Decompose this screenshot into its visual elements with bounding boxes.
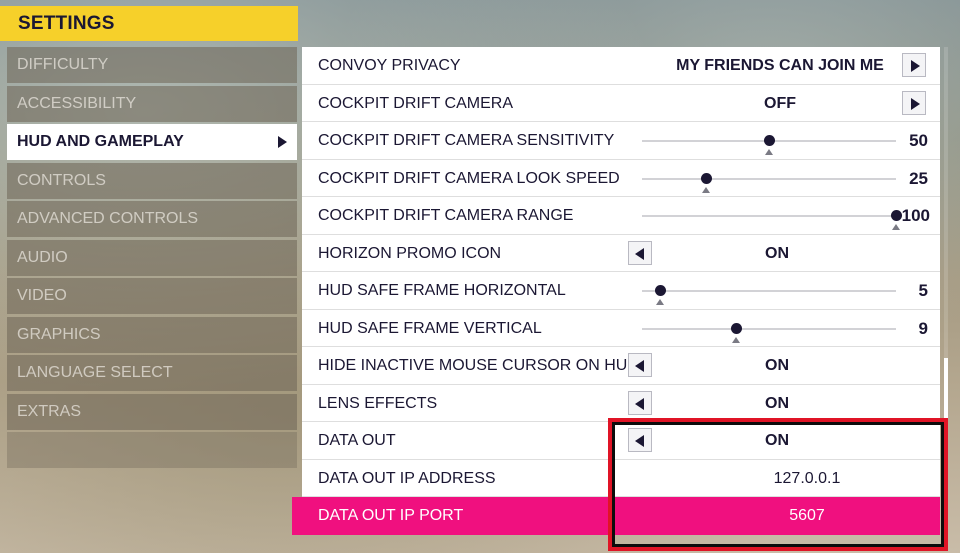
slider-handle[interactable]: [730, 322, 742, 334]
setting-label: LENS EFFECTS: [318, 394, 438, 412]
sidebar-item-label: EXTRAS: [17, 402, 82, 420]
sidebar-item-language-select[interactable]: LANGUAGE SELECT: [7, 355, 297, 391]
setting-row-camera-range[interactable]: COCKPIT DRIFT CAMERA RANGE 100: [302, 197, 940, 235]
setting-value: ON: [765, 244, 789, 262]
sidebar-item-difficulty[interactable]: DIFFICULTY: [7, 47, 297, 83]
setting-label: COCKPIT DRIFT CAMERA RANGE: [318, 207, 574, 224]
setting-label: HIDE INACTIVE MOUSE CURSOR ON HUD: [318, 357, 639, 374]
chevron-right-icon: [278, 136, 287, 148]
sidebar-item-graphics[interactable]: GRAPHICS: [7, 316, 297, 353]
sidebar-item-advanced-controls[interactable]: ADVANCED CONTROLS: [7, 201, 297, 237]
setting-label: COCKPIT DRIFT CAMERA SENSITIVITY: [318, 132, 615, 149]
slider-handle[interactable]: [891, 210, 902, 221]
setting-value: ON: [765, 394, 789, 412]
annotation-highlight-box: [608, 418, 948, 551]
setting-label: COCKPIT DRIFT CAMERA: [318, 94, 513, 112]
slider-default-marker: [731, 336, 740, 343]
setting-row-lens-effects[interactable]: LENS EFFECTS ON: [302, 384, 940, 422]
arrow-left-icon: [635, 397, 644, 410]
setting-label: DATA OUT IP ADDRESS: [318, 469, 496, 487]
slider-track[interactable]: [642, 210, 902, 230]
arrow-left-icon: [635, 360, 644, 372]
sidebar-item-audio[interactable]: AUDIO: [7, 239, 297, 276]
slider-handle[interactable]: [764, 135, 775, 146]
next-option-button[interactable]: [902, 53, 926, 77]
previous-option-button[interactable]: [628, 240, 652, 265]
setting-value: OFF: [764, 94, 796, 112]
settings-sidebar: DIFFICULTY ACCESSIBILITY HUD AND GAMEPLA…: [7, 47, 297, 468]
setting-label: CONVOY PRIVACY: [318, 57, 461, 74]
slider-default-marker: [765, 149, 773, 155]
sidebar-item-video[interactable]: VIDEO: [7, 278, 297, 314]
next-option-button[interactable]: [902, 90, 926, 115]
slider-value: 100: [901, 206, 930, 225]
setting-row-horizon-promo-icon[interactable]: HORIZON PROMO ICON ON: [302, 234, 940, 272]
setting-value: MY FRIENDS CAN JOIN ME: [676, 57, 884, 74]
sidebar-item-label: ADVANCED CONTROLS: [17, 210, 199, 227]
slider-track[interactable]: [642, 172, 896, 193]
setting-row-cockpit-drift-camera[interactable]: COCKPIT DRIFT CAMERA OFF: [302, 84, 940, 122]
setting-label: HORIZON PROMO ICON: [318, 244, 502, 262]
setting-label: DATA OUT IP PORT: [318, 507, 464, 524]
previous-option-button[interactable]: [628, 353, 652, 377]
arrow-right-icon: [911, 60, 920, 72]
setting-value: ON: [765, 357, 789, 374]
setting-label: DATA OUT: [318, 432, 396, 449]
sidebar-item-label: VIDEO: [17, 287, 67, 304]
setting-label: HUD SAFE FRAME VERTICAL: [318, 319, 542, 337]
sidebar-item-label: DIFFICULTY: [17, 56, 109, 73]
sidebar-filler: [7, 432, 297, 468]
setting-row-hud-safe-frame-vertical[interactable]: HUD SAFE FRAME VERTICAL 9: [302, 309, 940, 347]
setting-row-camera-look-speed[interactable]: COCKPIT DRIFT CAMERA LOOK SPEED 25: [302, 159, 940, 197]
slider-default-marker: [892, 224, 900, 230]
page-title: SETTINGS: [0, 6, 298, 41]
sidebar-item-label: HUD AND GAMEPLAY: [17, 133, 184, 150]
setting-row-hud-safe-frame-horizontal[interactable]: HUD SAFE FRAME HORIZONTAL 5: [302, 272, 940, 310]
sidebar-item-controls[interactable]: CONTROLS: [7, 162, 297, 199]
annotation-inner-border: [612, 422, 944, 547]
previous-option-button[interactable]: [628, 390, 652, 415]
slider-track[interactable]: [642, 285, 896, 305]
setting-row-convoy-privacy[interactable]: CONVOY PRIVACY MY FRIENDS CAN JOIN ME: [302, 47, 940, 85]
sidebar-item-extras[interactable]: EXTRAS: [7, 393, 297, 430]
slider-track[interactable]: [642, 135, 896, 155]
setting-label: HUD SAFE FRAME HORIZONTAL: [318, 282, 566, 299]
slider-handle[interactable]: [700, 172, 712, 184]
slider-default-marker: [701, 186, 710, 193]
arrow-right-icon: [911, 97, 920, 110]
sidebar-item-label: AUDIO: [17, 248, 68, 266]
slider-value: 25: [909, 168, 928, 188]
setting-row-hide-inactive-mouse-cursor[interactable]: HIDE INACTIVE MOUSE CURSOR ON HUD ON: [302, 347, 940, 385]
sidebar-item-accessibility[interactable]: ACCESSIBILITY: [7, 85, 297, 122]
setting-row-camera-sensitivity[interactable]: COCKPIT DRIFT CAMERA SENSITIVITY 50: [302, 122, 940, 160]
slider-track[interactable]: [642, 322, 896, 343]
sidebar-item-label: CONTROLS: [17, 171, 106, 189]
slider-value: 9: [918, 318, 928, 338]
slider-value: 50: [909, 131, 928, 150]
slider-handle[interactable]: [654, 285, 666, 296]
slider-default-marker: [655, 299, 664, 305]
sidebar-item-label: LANGUAGE SELECT: [17, 364, 173, 381]
sidebar-item-label: GRAPHICS: [17, 325, 101, 343]
sidebar-item-label: ACCESSIBILITY: [17, 94, 137, 112]
sidebar-item-hud-and-gameplay[interactable]: HUD AND GAMEPLAY: [7, 124, 297, 160]
slider-value: 5: [918, 281, 928, 300]
setting-label: COCKPIT DRIFT CAMERA LOOK SPEED: [318, 169, 620, 187]
arrow-left-icon: [635, 247, 644, 260]
